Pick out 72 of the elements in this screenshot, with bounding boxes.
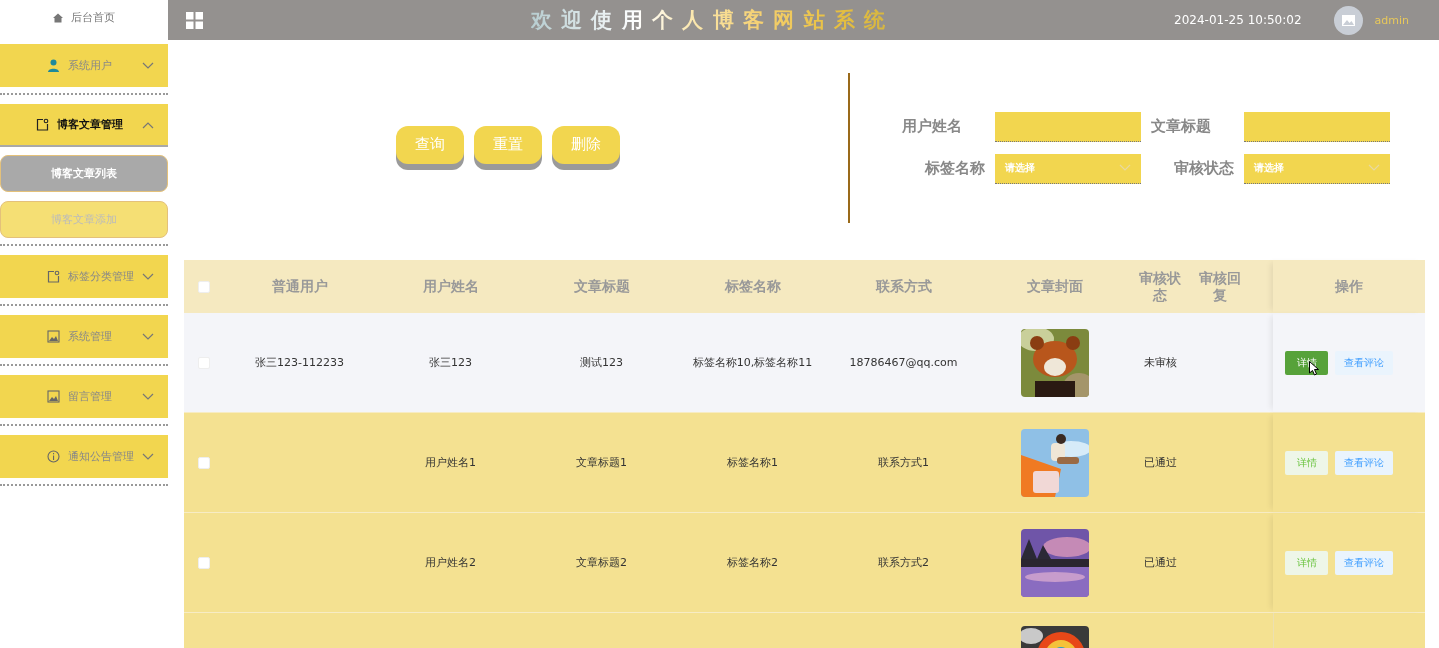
table-cell: 标签名称1 [727, 455, 778, 470]
field-label: 文章标题 [1151, 117, 1212, 136]
checkbox[interactable] [198, 280, 210, 293]
comments-button[interactable]: 查看评论 [1335, 350, 1393, 375]
table-cell: 联系方式1 [878, 455, 929, 470]
table-cell: 标签名称10,标签名称11 [692, 355, 813, 370]
home-icon [53, 12, 63, 23]
image-icon [47, 330, 60, 343]
table-cell: 未审核 [1143, 355, 1177, 370]
table-cell: 已通过 [1143, 455, 1177, 470]
column-header: 联系方式 [875, 277, 932, 296]
table-cell: 文章标题2 [576, 555, 627, 570]
comments-button[interactable]: 查看评论 [1335, 550, 1393, 575]
comments-button[interactable]: 查看评论 [1335, 450, 1393, 475]
chevron-down-icon [142, 392, 154, 401]
menu-item[interactable]: 系统管理 [0, 315, 168, 358]
avatar-icon[interactable] [1333, 5, 1363, 35]
info-icon [47, 450, 60, 463]
table-cell: 张三123 [429, 355, 472, 370]
document-icon [47, 270, 60, 283]
image-icon [47, 390, 60, 403]
column-header: 审核回复 [1199, 269, 1241, 304]
grid-menu-icon[interactable] [186, 11, 203, 29]
table-cell: 标签名称2 [727, 555, 778, 570]
home-link[interactable]: 后台首页 [0, 0, 168, 35]
column-header: 操作 [1335, 277, 1363, 296]
column-header: 审核状态 [1139, 269, 1181, 304]
field-label: 用户姓名 [902, 117, 963, 136]
field-label: 标签名称 [925, 159, 985, 178]
chevron-down-icon [142, 61, 154, 70]
checkbox[interactable] [198, 456, 210, 469]
select-field[interactable]: 请选择 [995, 153, 1141, 184]
input-field[interactable] [995, 111, 1141, 142]
table-row[interactable]: 用户姓名2 文章标题2 标签名称2 联系方式2 已通过 详情 查看评论 [184, 513, 1425, 613]
select-field[interactable]: 请选择 [1244, 153, 1390, 184]
column-header: 文章标题 [573, 277, 630, 296]
person-icon [47, 59, 60, 72]
menu-item[interactable]: 通知公告管理 [0, 435, 168, 478]
table-cell: 用户姓名1 [425, 455, 476, 470]
table-cell: 文章标题1 [576, 455, 627, 470]
table-cell: 测试123 [580, 355, 623, 370]
table-cell: 18786467@qq.com [849, 356, 958, 369]
field-label: 审核状态 [1174, 159, 1234, 178]
table-cell: 用户姓名2 [425, 555, 476, 570]
input-field[interactable] [1244, 111, 1390, 142]
table-cell: 已通过 [1143, 555, 1177, 570]
table-row[interactable]: 用户姓名1 文章标题1 标签名称1 联系方式1 已通过 详情 查看评论 [184, 413, 1425, 513]
checkbox[interactable] [198, 556, 210, 569]
details-button[interactable]: 详情 [1285, 550, 1328, 575]
column-header: 用户姓名 [422, 277, 479, 296]
submenu-item[interactable]: 博客文章列表 [0, 155, 168, 192]
submenu-item[interactable]: 博客文章添加 [0, 201, 168, 238]
chevron-down-icon [142, 332, 154, 341]
site-title: 欢 迎 使 用 个 人 博 客 网 站 系 统 [530, 8, 887, 32]
table-cell: 张三123-112233 [255, 355, 344, 370]
chevron-up-icon [142, 120, 154, 129]
column-header: 普通用户 [271, 277, 328, 296]
username[interactable]: admin [1374, 13, 1409, 27]
details-button[interactable]: 详情 [1285, 450, 1328, 475]
document-icon [36, 118, 49, 131]
menu-item[interactable]: 博客文章管理 [0, 104, 168, 147]
chevron-down-icon [142, 452, 154, 461]
column-header: 文章封面 [1026, 277, 1083, 296]
date-time: 2024-01-25 10:50:02 [1174, 13, 1302, 27]
chevron-down-icon [142, 272, 154, 281]
menu-item[interactable]: 系统用户 [0, 44, 168, 87]
chevron-down-icon [1119, 164, 1131, 172]
chevron-down-icon [1368, 164, 1380, 172]
menu-item[interactable]: 标签分类管理 [0, 255, 168, 298]
table-cell: 联系方式2 [878, 555, 929, 570]
menu-item[interactable]: 留言管理 [0, 375, 168, 418]
column-header: 标签名称 [724, 277, 781, 296]
